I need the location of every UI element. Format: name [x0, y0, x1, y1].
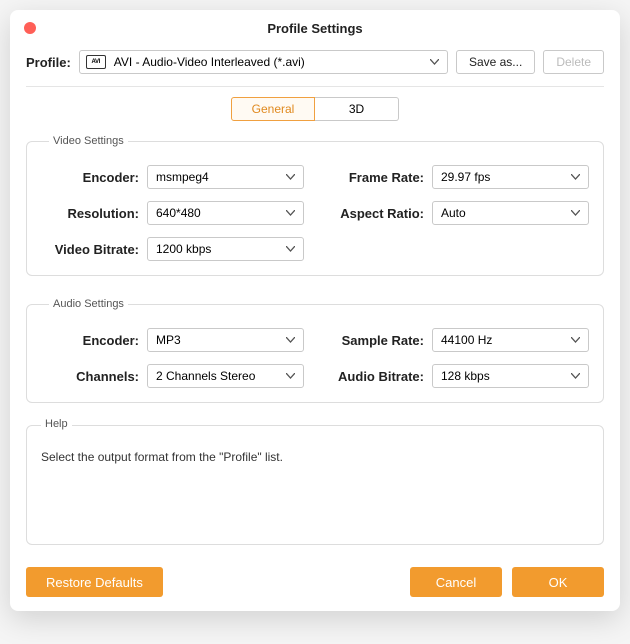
audio-encoder-select[interactable]: MP3 — [147, 328, 304, 352]
chevron-down-icon — [286, 210, 295, 216]
chevron-down-icon — [571, 174, 580, 180]
audio-bitrate-select[interactable]: 128 kbps — [432, 364, 589, 388]
divider — [26, 86, 604, 87]
restore-defaults-button[interactable]: Restore Defaults — [26, 567, 163, 597]
chevron-down-icon — [430, 59, 439, 65]
avi-format-icon: AVI — [86, 55, 106, 69]
save-as-button[interactable]: Save as... — [456, 50, 535, 74]
footer: Restore Defaults Cancel OK — [10, 567, 620, 597]
chevron-down-icon — [286, 373, 295, 379]
aspect-ratio-label: Aspect Ratio: — [326, 206, 424, 221]
channels-select[interactable]: 2 Channels Stereo — [147, 364, 304, 388]
video-encoder-select[interactable]: msmpeg4 — [147, 165, 304, 189]
profile-select[interactable]: AVI AVI - Audio-Video Interleaved (*.avi… — [79, 50, 448, 74]
aspect-ratio-select[interactable]: Auto — [432, 201, 589, 225]
ok-button[interactable]: OK — [512, 567, 604, 597]
tab-3d[interactable]: 3D — [315, 97, 399, 121]
audio-settings-legend: Audio Settings — [49, 298, 128, 310]
cancel-button[interactable]: Cancel — [410, 567, 502, 597]
profile-row: Profile: AVI AVI - Audio-Video Interleav… — [26, 46, 604, 86]
profile-value: AVI - Audio-Video Interleaved (*.avi) — [114, 55, 305, 69]
channels-label: Channels: — [41, 369, 139, 384]
video-settings-legend: Video Settings — [49, 135, 128, 147]
video-bitrate-label: Video Bitrate: — [41, 242, 139, 257]
chevron-down-icon — [571, 210, 580, 216]
delete-button: Delete — [543, 50, 604, 74]
frame-rate-label: Frame Rate: — [326, 170, 424, 185]
video-encoder-label: Encoder: — [41, 170, 139, 185]
frame-rate-select[interactable]: 29.97 fps — [432, 165, 589, 189]
close-window-button[interactable] — [24, 22, 36, 34]
profile-label: Profile: — [26, 55, 71, 70]
help-text: Select the output format from the "Profi… — [41, 450, 589, 464]
tabs: General 3D — [26, 97, 604, 121]
resolution-select[interactable]: 640*480 — [147, 201, 304, 225]
chevron-down-icon — [286, 246, 295, 252]
chevron-down-icon — [286, 174, 295, 180]
audio-encoder-label: Encoder: — [41, 333, 139, 348]
titlebar: Profile Settings — [10, 10, 620, 46]
sample-rate-label: Sample Rate: — [326, 333, 424, 348]
audio-settings-group: Audio Settings Encoder: MP3 Sample Rate:… — [26, 298, 604, 403]
tab-general[interactable]: General — [231, 97, 315, 121]
help-group: Help Select the output format from the "… — [26, 425, 604, 545]
profile-settings-window: Profile Settings Profile: AVI AVI - Audi… — [10, 10, 620, 611]
window-controls — [24, 22, 36, 34]
audio-bitrate-label: Audio Bitrate: — [326, 369, 424, 384]
video-bitrate-select[interactable]: 1200 kbps — [147, 237, 304, 261]
window-title: Profile Settings — [10, 21, 620, 36]
help-legend: Help — [41, 418, 72, 430]
sample-rate-select[interactable]: 44100 Hz — [432, 328, 589, 352]
chevron-down-icon — [286, 337, 295, 343]
video-settings-group: Video Settings Encoder: msmpeg4 Frame Ra… — [26, 135, 604, 276]
resolution-label: Resolution: — [41, 206, 139, 221]
chevron-down-icon — [571, 337, 580, 343]
chevron-down-icon — [571, 373, 580, 379]
